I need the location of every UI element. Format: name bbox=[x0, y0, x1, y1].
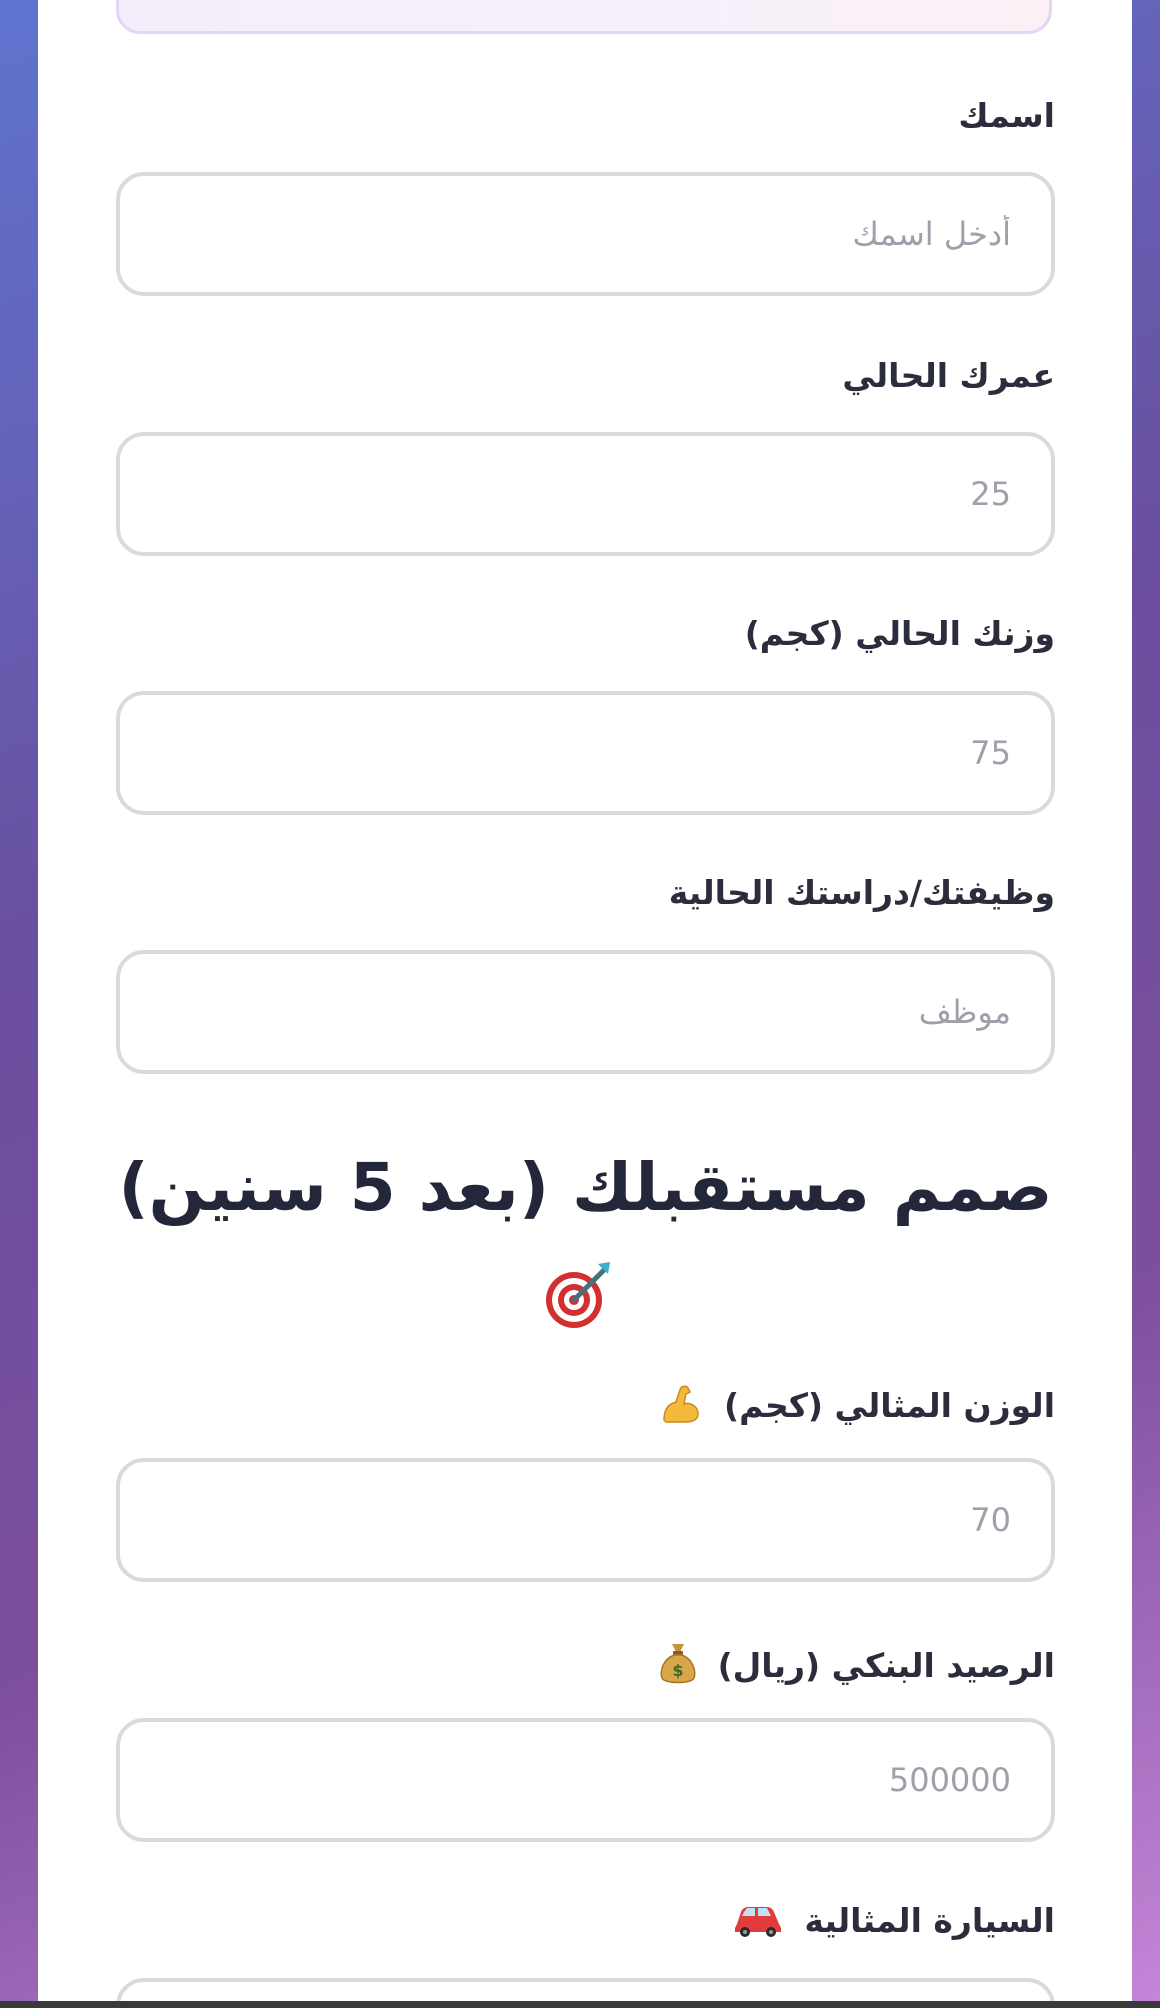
ideal-weight-input[interactable] bbox=[116, 1458, 1055, 1582]
ideal-car-label: السيارة المثالية bbox=[731, 1898, 1055, 1947]
target-icon bbox=[545, 1256, 618, 1328]
bank-balance-input[interactable] bbox=[116, 1718, 1055, 1842]
top-box bbox=[116, 0, 1052, 34]
ideal-weight-label: الوزن المثالي (كجم) bbox=[658, 1380, 1055, 1435]
ideal-weight-label-text: الوزن المثالي (كجم) bbox=[723, 1385, 1055, 1425]
job-label: وظيفتك/دراستك الحالية bbox=[668, 873, 1055, 912]
form-card: اسمك عمرك الحالي وزنك الحالي (كجم) وظيفت… bbox=[38, 0, 1132, 2008]
car-icon bbox=[731, 1898, 785, 1947]
age-input[interactable] bbox=[116, 432, 1055, 556]
svg-text:$: $ bbox=[672, 1661, 683, 1680]
bottom-edge-bar bbox=[0, 2001, 1160, 2008]
name-label: اسمك bbox=[958, 96, 1055, 135]
flexed-biceps-icon bbox=[658, 1380, 704, 1435]
weight-input[interactable] bbox=[116, 691, 1055, 815]
ideal-car-label-text: السيارة المثالية bbox=[804, 1900, 1055, 1940]
bank-balance-label-text: الرصيد البنكي (ريال) bbox=[717, 1645, 1055, 1685]
bank-balance-label: الرصيد البنكي (ريال) $ bbox=[658, 1640, 1055, 1695]
job-input[interactable] bbox=[116, 950, 1055, 1074]
age-label: عمرك الحالي bbox=[842, 356, 1055, 395]
name-input[interactable] bbox=[116, 172, 1055, 296]
money-bag-icon: $ bbox=[658, 1640, 698, 1695]
future-section-title-text: صمم مستقبلك (بعد 5 سنين) bbox=[118, 1149, 1053, 1226]
future-section-title: صمم مستقبلك (بعد 5 سنين) bbox=[116, 1140, 1055, 1332]
weight-label: وزنك الحالي (كجم) bbox=[744, 614, 1055, 653]
